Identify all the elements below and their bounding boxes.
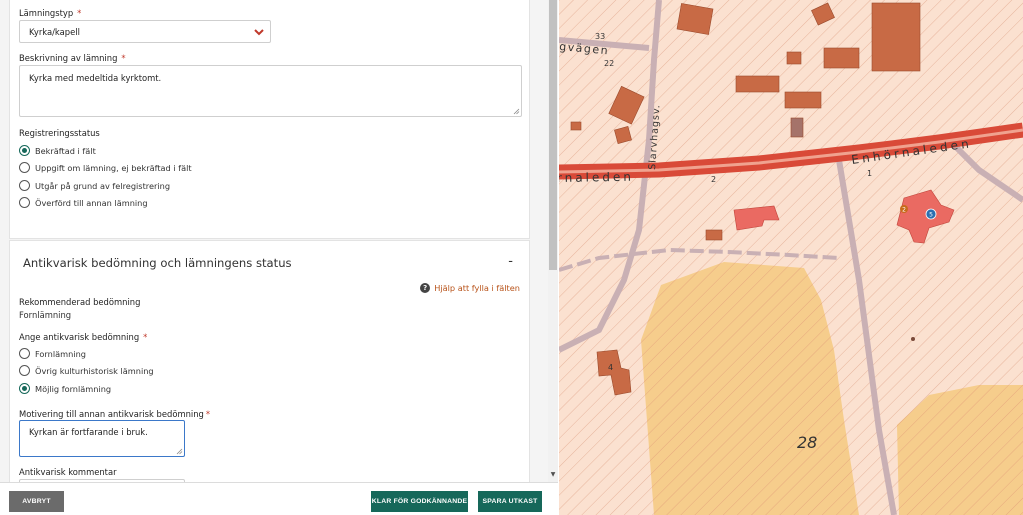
radio-unselected-icon[interactable]	[19, 348, 30, 359]
lamningstyp-select[interactable]: Kyrka/kapell	[19, 20, 271, 43]
radio-label: Uppgift om lämning, ej bekräftad i fält	[35, 162, 192, 173]
lamningstyp-label-text: Lämningstyp	[19, 8, 74, 18]
lamningstyp-value: Kyrka/kapell	[29, 27, 80, 37]
radio-selected-icon[interactable]	[19, 383, 30, 394]
radio-label: Övrig kulturhistorisk lämning	[35, 365, 154, 376]
collapse-toggle-button[interactable]: -	[508, 254, 513, 269]
map-label-road-left: rnaleden	[559, 170, 634, 185]
map-label-4: 4	[608, 363, 613, 372]
radio-selected-icon[interactable]	[19, 145, 30, 156]
point-feature-icon	[911, 337, 915, 341]
required-mark: *	[121, 53, 126, 63]
kommentar-label: Antikvarisk kommentar	[19, 467, 117, 477]
map-view[interactable]: 33 22 gvägen Slarvhagsv. rnaleden Enhörn…	[559, 0, 1023, 515]
beskrivning-label: Beskrivning av lämning *	[19, 53, 126, 63]
lamningstyp-label: Lämningstyp *	[19, 8, 81, 18]
map-label-1: 1	[867, 169, 872, 178]
form-scroll-area[interactable]: Lämningstyp * Kyrka/kapell Beskrivning av…	[0, 0, 548, 482]
radio-label: Utgår på grund av felregistrering	[35, 180, 171, 191]
motivering-value: Kyrkan är fortfarande i bruk.	[29, 427, 148, 437]
antikvarisk-card: Antikvarisk bedömning och lämningens sta…	[9, 240, 530, 482]
status-option-utgar[interactable]: Utgår på grund av felregistrering	[19, 179, 170, 192]
ange-label: Ange antikvarisk bedömning *	[19, 332, 147, 342]
radio-label: Möjlig fornlämning	[35, 383, 112, 394]
motivering-label-text: Motivering till annan antikvarisk bedömn…	[19, 409, 204, 419]
radio-unselected-icon[interactable]	[19, 180, 30, 191]
bedomning-option-mojlig[interactable]: Möjlig fornlämning	[19, 382, 111, 395]
scrollbar-thumb[interactable]	[549, 0, 557, 270]
form-scrollbar[interactable]: ▼	[548, 0, 558, 482]
scroll-down-arrow-icon[interactable]: ▼	[548, 470, 558, 480]
status-option-bekraftad[interactable]: Bekräftad i fält	[19, 144, 96, 157]
motivering-textarea[interactable]: Kyrkan är fortfarande i bruk.	[19, 420, 185, 457]
required-mark: *	[77, 8, 82, 18]
resize-grip-icon[interactable]	[176, 448, 183, 455]
registreringsstatus-label: Registreringsstatus	[19, 128, 100, 138]
bedomning-option-fornlamning[interactable]: Fornlämning	[19, 347, 86, 360]
radio-unselected-icon[interactable]	[19, 365, 30, 376]
resize-grip-icon[interactable]	[513, 108, 520, 115]
status-option-uppgift[interactable]: Uppgift om lämning, ej bekräftad i fält	[19, 161, 192, 174]
marker-label-2: 2	[902, 207, 906, 214]
section-title: Antikvarisk bedömning och lämningens sta…	[23, 256, 292, 270]
rekommenderad-label: Rekommenderad bedömning	[19, 297, 141, 307]
cancel-button[interactable]: AVBRYT	[9, 491, 64, 512]
map-canvas[interactable]: 33 22 gvägen Slarvhagsv. rnaleden Enhörn…	[559, 0, 1023, 515]
ready-for-approval-button[interactable]: KLAR FÖR GODKÄNNANDE	[371, 491, 468, 512]
chevron-down-icon	[254, 29, 264, 36]
radio-label: Fornlämning	[35, 348, 86, 359]
help-link[interactable]: ? Hjälp att fylla i fälten	[420, 283, 520, 293]
help-link-text[interactable]: Hjälp att fylla i fälten	[434, 283, 520, 293]
beskrivning-textarea[interactable]: Kyrka med medeltida kyrktomt.	[19, 65, 522, 117]
radio-label: Bekräftad i fält	[35, 145, 96, 156]
map-label-22: 22	[604, 59, 614, 68]
map-label-33: 33	[595, 32, 605, 41]
required-mark: *	[205, 409, 211, 419]
basic-info-card: Lämningstyp * Kyrka/kapell Beskrivning av…	[9, 0, 530, 239]
action-bar: AVBRYT KLAR FÖR GODKÄNNANDE SPARA UTKAST	[0, 482, 558, 515]
map-label-28: 28	[797, 433, 817, 452]
motivering-label: Motivering till annan antikvarisk bedömn…	[19, 409, 210, 419]
rekommenderad-value: Fornlämning	[19, 310, 72, 320]
registration-form-pane: Lämningstyp * Kyrka/kapell Beskrivning av…	[0, 0, 558, 515]
required-mark: *	[143, 332, 148, 342]
map-label-2: 2	[711, 175, 716, 184]
question-icon: ?	[420, 283, 431, 293]
radio-unselected-icon[interactable]	[19, 162, 30, 173]
radio-label: Överförd till annan lämning	[35, 197, 148, 208]
ange-label-text: Ange antikvarisk bedömning	[19, 332, 140, 342]
marker-label-5: 5	[929, 212, 933, 219]
beskrivning-value: Kyrka med medeltida kyrktomt.	[29, 73, 162, 83]
bedomning-option-ovrig[interactable]: Övrig kulturhistorisk lämning	[19, 364, 154, 377]
beskrivning-label-text: Beskrivning av lämning	[19, 53, 118, 63]
radio-unselected-icon[interactable]	[19, 197, 30, 208]
status-option-overford[interactable]: Överförd till annan lämning	[19, 196, 148, 209]
save-draft-button[interactable]: SPARA UTKAST	[478, 491, 542, 512]
